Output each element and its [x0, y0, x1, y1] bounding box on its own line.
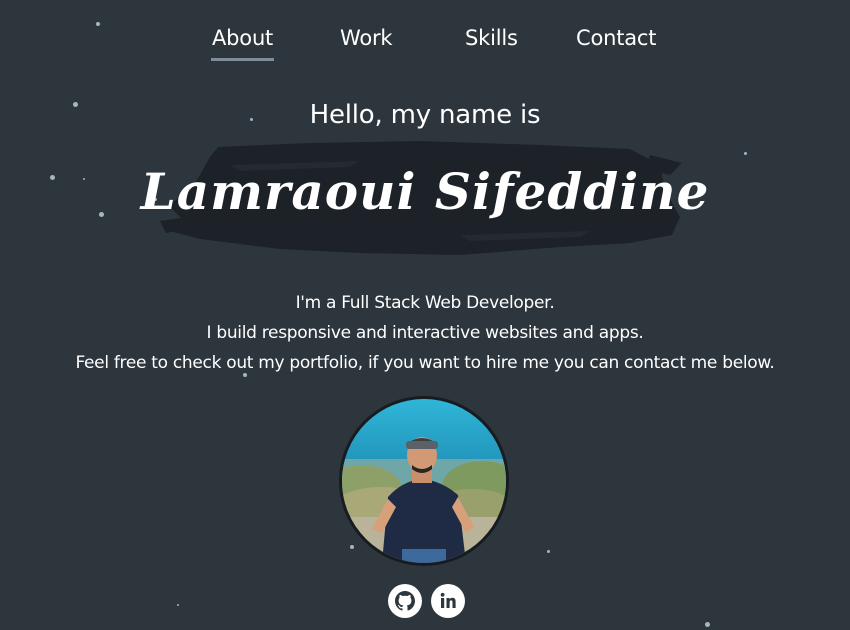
linkedin-icon [440, 592, 456, 608]
github-icon [395, 591, 415, 611]
github-link[interactable] [388, 584, 422, 618]
linkedin-link[interactable] [431, 584, 465, 618]
nav-item-contact[interactable]: Contact [576, 26, 657, 50]
background-star [744, 152, 747, 155]
nav-item-skills[interactable]: Skills [465, 26, 518, 50]
active-nav-indicator [211, 58, 274, 61]
bio-line: I build responsive and interactive websi… [206, 323, 644, 343]
profile-photo [342, 399, 506, 563]
bio-line: I'm a Full Stack Web Developer. [295, 293, 555, 313]
bio-text: I'm a Full Stack Web Developer. I build … [0, 288, 850, 378]
background-star [547, 550, 550, 553]
portfolio-page: About Work Skills Contact Hello, my name… [0, 0, 850, 630]
background-star [350, 545, 354, 549]
nav-item-about[interactable]: About [212, 26, 273, 50]
main-nav: About Work Skills Contact [0, 26, 850, 66]
greeting-text: Hello, my name is [309, 100, 541, 130]
bio-line: Feel free to check out my portfolio, if … [75, 353, 775, 373]
background-star [177, 604, 179, 606]
nav-item-work[interactable]: Work [340, 26, 393, 50]
avatar [339, 396, 509, 566]
developer-name: Lamraoui Sifeddine [140, 162, 710, 221]
background-star [705, 622, 710, 627]
